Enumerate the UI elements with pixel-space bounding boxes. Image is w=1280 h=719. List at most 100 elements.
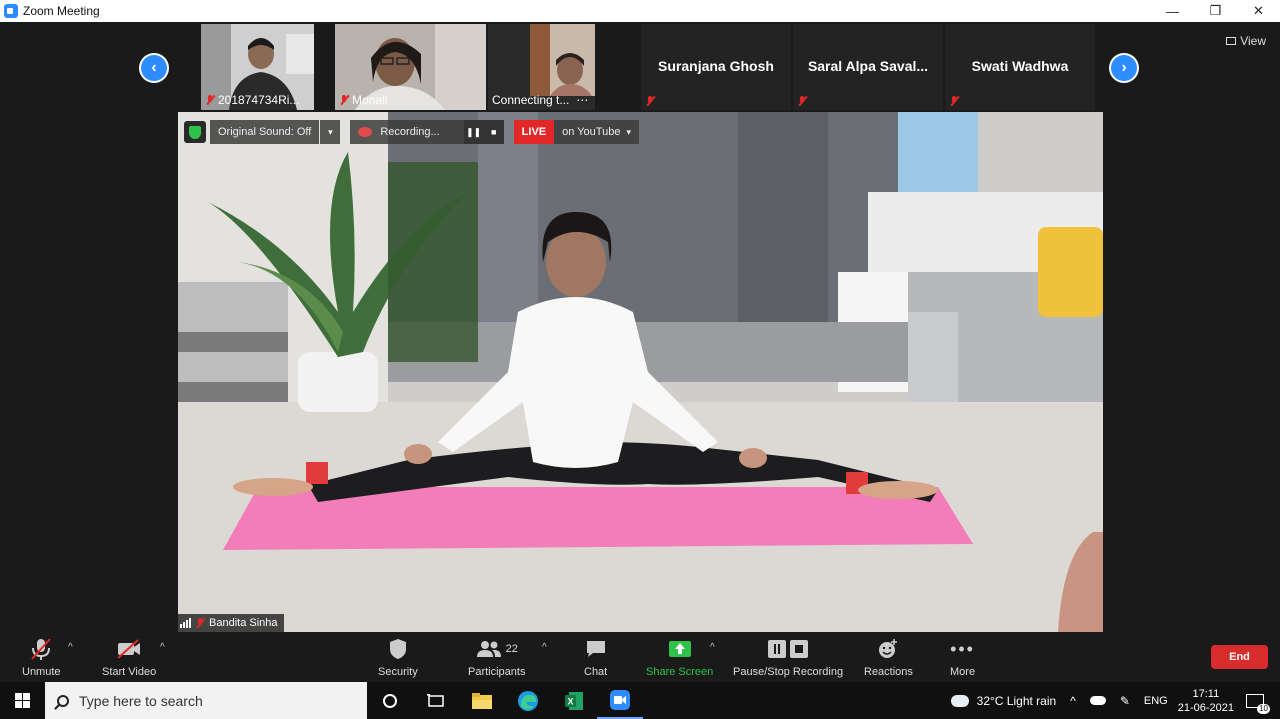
meeting-toolbar: Unmute ^ Start Video ^ Security 22 Parti… bbox=[0, 632, 1280, 682]
start-video-button[interactable]: Start Video bbox=[102, 636, 156, 678]
end-meeting-button[interactable]: End bbox=[1211, 645, 1268, 669]
more-button[interactable]: ••• More bbox=[950, 636, 975, 679]
window-controls: — ❐ ✕ bbox=[1151, 0, 1280, 22]
muted-mic-icon bbox=[797, 95, 807, 107]
cloud-recording-icon bbox=[358, 127, 373, 137]
participants-label: Participants bbox=[468, 666, 526, 678]
audio-options-caret[interactable]: ^ bbox=[68, 642, 73, 653]
file-explorer-button[interactable] bbox=[459, 682, 505, 719]
zoom-app-icon bbox=[4, 4, 18, 18]
video-off-icon bbox=[116, 636, 142, 662]
stop-recording-button[interactable]: ■ bbox=[483, 120, 504, 144]
cortana-button[interactable] bbox=[367, 682, 413, 719]
live-badge: LIVE bbox=[513, 120, 555, 144]
notification-count: 10 bbox=[1257, 703, 1270, 714]
weather-icon bbox=[950, 694, 969, 707]
original-sound-toggle[interactable]: Original Sound: Off bbox=[210, 120, 320, 144]
participant-tile[interactable]: Suranjana Ghosh bbox=[641, 24, 791, 110]
system-tray: 32°C Light rain ^ ✎ ENG 17:11 21-06-2021… bbox=[950, 682, 1280, 719]
chevron-right-icon: › bbox=[1111, 55, 1137, 81]
participant-name: Monali bbox=[352, 93, 388, 107]
notification-center-button[interactable]: 10 bbox=[1246, 693, 1270, 714]
svg-text:X: X bbox=[567, 696, 573, 706]
start-button[interactable] bbox=[0, 682, 45, 719]
speaker-name: Bandita Sinha bbox=[209, 617, 278, 629]
more-dots-icon: ⋯ bbox=[576, 93, 589, 107]
muted-mic-icon bbox=[339, 94, 349, 106]
folder-icon bbox=[472, 692, 492, 709]
cortana-circle-icon bbox=[383, 693, 397, 708]
edge-browser-button[interactable] bbox=[505, 682, 551, 719]
pause-stop-recording-label: Pause/Stop Recording bbox=[733, 666, 844, 678]
gallery-prev-button[interactable]: ‹ bbox=[139, 53, 169, 83]
chevron-up-icon[interactable]: ^ bbox=[1070, 694, 1076, 708]
security-button[interactable]: Security bbox=[378, 636, 418, 678]
unmute-button[interactable]: Unmute bbox=[22, 636, 61, 678]
search-icon bbox=[57, 694, 69, 707]
participants-options-caret[interactable]: ^ bbox=[542, 642, 547, 653]
restore-button[interactable]: ❐ bbox=[1194, 0, 1237, 22]
grid-view-icon bbox=[1226, 37, 1237, 45]
share-screen-label: Share Screen bbox=[646, 666, 714, 678]
window-titlebar: Zoom Meeting — ❐ ✕ bbox=[0, 0, 1280, 22]
meeting-area: ‹ 201874734Ri... Monali Connecting t... … bbox=[0, 22, 1280, 632]
pause-recording-button[interactable]: ❚❚ bbox=[463, 120, 484, 144]
onedrive-cloud-icon[interactable] bbox=[1089, 696, 1106, 705]
muted-mic-icon bbox=[205, 94, 215, 106]
participant-name: Swati Wadhwa bbox=[971, 58, 1069, 74]
gallery-next-button[interactable]: › bbox=[1109, 53, 1139, 83]
share-options-caret[interactable]: ^ bbox=[710, 642, 715, 653]
encryption-shield-icon[interactable] bbox=[184, 121, 206, 143]
task-view-button[interactable] bbox=[413, 682, 459, 719]
video-scene bbox=[178, 112, 1103, 632]
stream-target-label: on YouTube bbox=[562, 126, 621, 138]
participants-count: 22 bbox=[505, 643, 518, 655]
participants-button[interactable]: 22 Participants bbox=[468, 636, 525, 678]
participant-tile[interactable]: Saral Alpa Saval... bbox=[793, 24, 943, 110]
unmute-label: Unmute bbox=[22, 666, 61, 678]
share-screen-button[interactable]: Share Screen bbox=[646, 636, 713, 678]
ellipsis-icon: ••• bbox=[950, 638, 975, 659]
participant-tile[interactable]: Connecting t... ⋯ bbox=[488, 24, 595, 110]
zoom-icon bbox=[610, 689, 630, 710]
live-stream-menu[interactable]: on YouTube ▾ bbox=[554, 120, 639, 144]
taskbar-search-box[interactable]: Type here to search bbox=[45, 682, 367, 719]
minimize-button[interactable]: — bbox=[1151, 0, 1194, 22]
start-video-label: Start Video bbox=[102, 666, 157, 678]
pen-icon[interactable]: ✎ bbox=[1120, 694, 1130, 708]
participant-name: Suranjana Ghosh bbox=[658, 58, 774, 74]
participant-tile[interactable]: 201874734Ri... bbox=[201, 24, 314, 110]
speaker-name-tag: Bandita Sinha bbox=[178, 614, 284, 632]
weather-text[interactable]: 32°C Light rain bbox=[977, 694, 1057, 708]
share-screen-icon bbox=[668, 636, 692, 662]
excel-icon: X bbox=[565, 691, 583, 710]
muted-mic-icon bbox=[645, 95, 655, 107]
clock[interactable]: 17:11 21-06-2021 bbox=[1178, 687, 1234, 715]
language-indicator[interactable]: ENG bbox=[1144, 695, 1168, 707]
reactions-label: Reactions bbox=[864, 666, 913, 678]
original-sound-caret[interactable]: ▾ bbox=[320, 120, 341, 144]
participant-tile[interactable]: Monali bbox=[335, 24, 486, 110]
chat-button[interactable]: Chat bbox=[584, 636, 607, 678]
signal-strength-icon bbox=[180, 618, 191, 628]
pause-stop-recording-button[interactable]: Pause/Stop Recording bbox=[733, 636, 843, 678]
excel-button[interactable]: X bbox=[551, 682, 597, 719]
edge-icon bbox=[518, 690, 538, 711]
participant-name: Connecting t... bbox=[492, 93, 570, 107]
participants-icon bbox=[476, 641, 501, 657]
window-title: Zoom Meeting bbox=[23, 4, 100, 18]
security-label: Security bbox=[378, 666, 418, 678]
reactions-button[interactable]: Reactions bbox=[864, 636, 913, 678]
view-button[interactable]: View bbox=[1226, 34, 1266, 48]
close-button[interactable]: ✕ bbox=[1237, 0, 1280, 22]
participant-tile[interactable]: Swati Wadhwa bbox=[945, 24, 1095, 110]
active-speaker-video[interactable]: Original Sound: Off ▾ Recording... ❚❚ ■ … bbox=[178, 112, 1103, 632]
chevron-left-icon: ‹ bbox=[141, 55, 167, 81]
smiley-icon bbox=[877, 636, 899, 662]
zoom-taskbar-button[interactable] bbox=[597, 682, 643, 719]
chat-label: Chat bbox=[584, 666, 608, 678]
video-options-caret[interactable]: ^ bbox=[160, 642, 165, 653]
recording-status: Recording... ❚❚ ■ bbox=[350, 120, 504, 144]
recording-label: Recording... bbox=[380, 126, 440, 138]
participant-name: 201874734Ri... bbox=[218, 93, 300, 107]
